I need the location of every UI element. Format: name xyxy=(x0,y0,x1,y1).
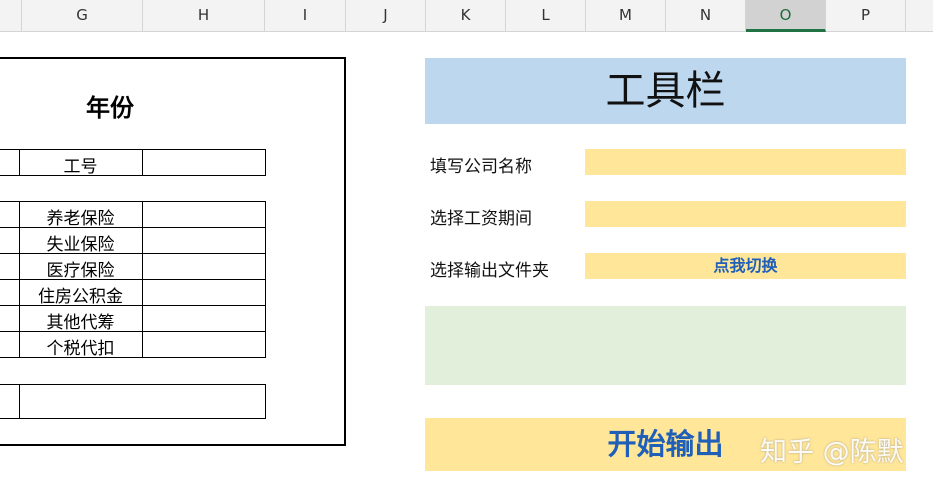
column-header-partial[interactable] xyxy=(0,0,22,31)
switch-folder-button[interactable]: 点我切换 xyxy=(585,253,906,279)
employee-id-cell[interactable] xyxy=(143,150,265,175)
company-name-input[interactable] xyxy=(585,149,906,175)
column-header-l[interactable]: L xyxy=(506,0,586,31)
table-row-label: 失业保险 xyxy=(46,235,115,255)
table-row-label: 个税代扣 xyxy=(46,339,115,359)
watermark: 知乎 @陈默 xyxy=(760,437,904,468)
table-row-label: 医疗保险 xyxy=(46,261,115,281)
column-header-partial-right[interactable] xyxy=(906,0,933,31)
toolbar-title: 工具栏 xyxy=(425,58,906,124)
column-header-j[interactable]: J xyxy=(346,0,426,31)
column-header-o[interactable]: O xyxy=(746,0,826,32)
column-header-g[interactable]: G xyxy=(22,0,143,31)
status-area xyxy=(425,306,906,385)
table-row-label: 其他代筹 xyxy=(46,313,115,333)
output-folder-label: 选择输出文件夹 xyxy=(430,261,549,281)
column-header-n[interactable]: N xyxy=(666,0,746,31)
column-header-p[interactable]: P xyxy=(826,0,906,31)
table-row-label: 养老保险 xyxy=(46,209,115,229)
column-header-i[interactable]: I xyxy=(265,0,346,31)
pay-period-input[interactable] xyxy=(585,201,906,227)
table-row-label: 住房公积金 xyxy=(38,287,123,307)
column-header-h[interactable]: H xyxy=(143,0,265,31)
pay-period-label: 选择工资期间 xyxy=(430,209,532,229)
employee-id-label: 工号 xyxy=(63,157,98,177)
column-header-k[interactable]: K xyxy=(426,0,506,31)
summary-row xyxy=(0,384,266,419)
divider xyxy=(19,384,20,419)
company-name-label: 填写公司名称 xyxy=(430,157,532,177)
column-header-bar: G H I J K L M N O P xyxy=(0,0,933,32)
column-header-m[interactable]: M xyxy=(586,0,666,31)
year-title: 年份 xyxy=(86,94,134,122)
